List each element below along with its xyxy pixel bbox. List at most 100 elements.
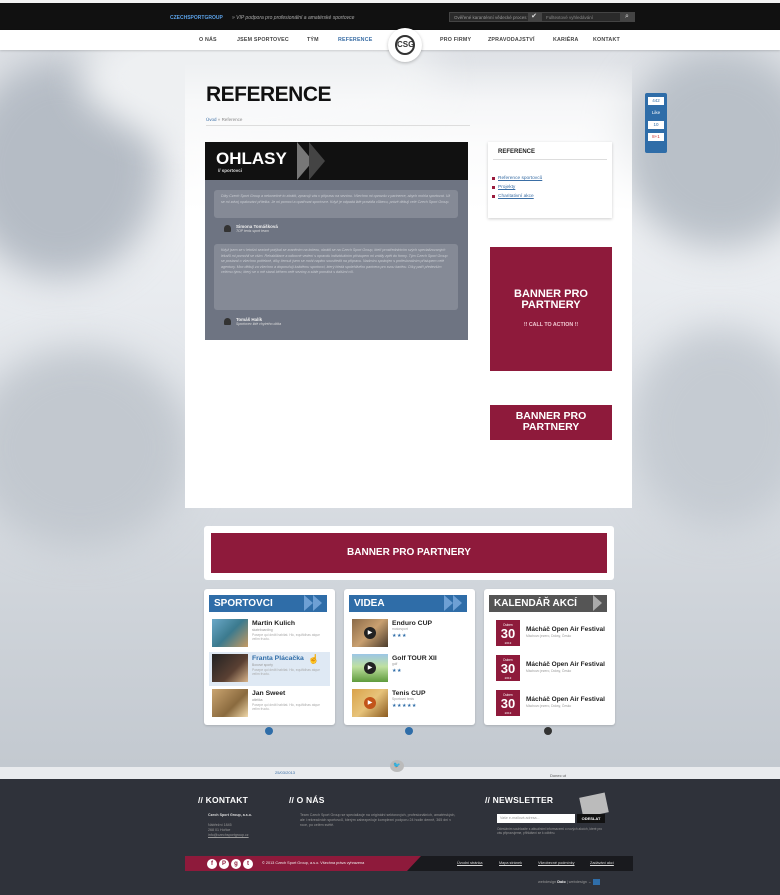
rating-stars: ★★★: [392, 633, 407, 639]
footer-onas-title: // O NÁS: [289, 795, 325, 805]
nav-item-o-nas[interactable]: O NÁS: [199, 37, 217, 43]
play-icon[interactable]: ▶: [364, 697, 376, 709]
footer-email-link[interactable]: info@czechsportgroup.cz: [208, 833, 249, 838]
tagline: » VIP podpora pro profesionální a amatér…: [232, 15, 355, 21]
checkmark-icon[interactable]: ✔: [528, 12, 540, 22]
user-icon: [224, 225, 231, 232]
reference-sidebar: REFERENCE Reference sportovců Projekty C…: [488, 142, 612, 218]
chevron-decor-icon: [309, 142, 325, 180]
athlete-photo: [212, 689, 248, 717]
event-date: Duben 30 2013: [496, 655, 520, 681]
event-date: Duben 30 2013: [496, 620, 520, 646]
more-videos-button[interactable]: [405, 727, 413, 735]
footer-link-sitemap[interactable]: Mapa stránek: [499, 861, 522, 865]
partner-banner-wide-frame: BANNER PRO PARTNERY: [204, 526, 614, 580]
testimonial-author: Simona Tomášková TOP tenis sport team: [224, 224, 278, 233]
credit-line: webdesign Dolo | webdesign ←: [538, 879, 600, 885]
designer-logo-icon[interactable]: [592, 879, 600, 885]
like-button[interactable]: Like: [648, 109, 664, 117]
footer-link-events[interactable]: Zadávání akcí: [590, 861, 614, 865]
footer-newsletter-title: // NEWSLETTER: [485, 795, 554, 805]
facebook-icon[interactable]: f: [207, 858, 217, 869]
breadcrumb: Úvod » Reference: [206, 117, 243, 122]
partner-banner-wide[interactable]: BANNER PRO PARTNERY: [211, 533, 607, 573]
call-to-action[interactable]: !! CALL TO ACTION !!: [490, 322, 612, 328]
sidebar-link-projekty[interactable]: Projekty: [491, 185, 515, 190]
more-athletes-button[interactable]: [265, 727, 273, 735]
nav-item-zpravodajstvi[interactable]: ZPRAVODAJSTVÍ: [488, 37, 535, 43]
brand-name[interactable]: CZECHSPORTGROUP: [170, 15, 223, 21]
pinterest-icon[interactable]: P: [219, 858, 229, 869]
athlete-item[interactable]: Jan Sweet atletika Posepe qui dedit habi…: [209, 687, 330, 721]
athletes-header: SPORTOVCI: [209, 595, 327, 612]
tweet-date[interactable]: 25/03/2013: [275, 770, 295, 775]
testimonials-header: OHLASY // sportovci: [205, 142, 468, 180]
divider: [206, 125, 470, 126]
video-thumbnail[interactable]: ▶: [352, 654, 388, 682]
hand-cursor-icon: ☝: [308, 654, 320, 664]
partner-banner-vertical[interactable]: BANNER PRO PARTNERY !! CALL TO ACTION !!: [490, 247, 612, 371]
video-thumbnail[interactable]: ▶: [352, 619, 388, 647]
gplus-button[interactable]: 8+1: [648, 133, 664, 141]
athlete-photo: [212, 619, 248, 647]
nav-item-kontakt[interactable]: KONTAKT: [593, 37, 620, 43]
google-icon[interactable]: g: [231, 858, 241, 869]
play-icon[interactable]: ▶: [364, 662, 376, 674]
footer-bottom-bar: f P g t © 2013 Czech Sport Group, a.s.o.…: [185, 856, 633, 871]
event-date: Duben 30 2013: [496, 690, 520, 716]
footer-link-terms[interactable]: Všeobecné podmínky: [538, 861, 575, 865]
partner-banner-small[interactable]: BANNER PRO PARTNERY: [490, 405, 612, 440]
athletes-card: SPORTOVCI Martin Kulich skateboarding Po…: [204, 589, 335, 725]
nav-item-jsem-sportovec[interactable]: JSEM SPORTOVEC: [237, 37, 289, 43]
athlete-item[interactable]: Franta Plácačka Boxové sporty Posepe qui…: [209, 652, 330, 686]
athlete-item[interactable]: Martin Kulich skateboarding Posepe qui d…: [209, 617, 330, 651]
twitter-bird-icon[interactable]: 🐦: [390, 760, 404, 772]
rating-stars: ★★: [392, 668, 402, 674]
testimonials-title: OHLASY: [216, 149, 287, 168]
newsletter-email-input[interactable]: Vaše e-mailová adresa...: [497, 814, 575, 823]
testimonial-quote: Když jsem se v letošní sezóně potýkal se…: [214, 244, 458, 310]
testimonials-subtitle: // sportovci: [218, 168, 243, 173]
nav-item-pro-firmy[interactable]: PRO FIRMY: [440, 37, 471, 43]
footer-link-home[interactable]: Úvodní stránka: [457, 861, 483, 865]
top-bar: CZECHSPORTGROUP » VIP podpora pro profes…: [0, 0, 780, 30]
copyright: © 2013 Czech Sport Group, a.s.o. Všechna…: [262, 861, 365, 865]
more-events-button[interactable]: [544, 727, 552, 735]
twitter-icon[interactable]: t: [243, 858, 253, 869]
event-item[interactable]: Duben 30 2013 Mácháč Open Air Festival Mác…: [489, 687, 610, 721]
tweet-count[interactable]: 442: [648, 97, 664, 105]
events-card: KALENDÁŘ AKCÍ Duben 30 2013 Mácháč Open Ai…: [484, 589, 615, 725]
user-icon: [224, 318, 231, 325]
sidebar-link-reference-sportovcu[interactable]: Reference sportovců: [491, 176, 542, 181]
nav-item-kariera[interactable]: KARIÉRA: [553, 37, 579, 43]
nav-item-reference[interactable]: REFERENCE: [338, 37, 372, 43]
search-icon[interactable]: ⌕: [620, 12, 634, 22]
nav-item-tym[interactable]: TÝM: [307, 37, 319, 43]
video-item[interactable]: ▶ Enduro CUP motorsport ★★★: [349, 617, 470, 651]
sidebar-title: REFERENCE: [498, 149, 536, 155]
video-thumbnail[interactable]: ▶: [352, 689, 388, 717]
video-item[interactable]: ▶ Golf TOUR XII golf ★★: [349, 652, 470, 686]
newsletter-submit-button[interactable]: ODESLAT: [577, 814, 605, 823]
video-item[interactable]: ▶ Tenis CUP Sportovní tenis ★★★★★: [349, 687, 470, 721]
athlete-photo: [212, 654, 248, 682]
play-icon[interactable]: ▶: [364, 627, 376, 639]
sidebar-link-charitativni-akce[interactable]: Charitativní akce: [492, 194, 534, 199]
events-header: KALENDÁŘ AKCÍ: [489, 595, 607, 612]
testimonial-author: Tomáš Halík Sportovec lidé chytrého dítka: [224, 317, 281, 326]
breadcrumb-current: Reference: [221, 117, 243, 122]
footer-onas-text: Team Czech Sport Group se specializuje n…: [300, 813, 456, 827]
page-title: REFERENCE: [206, 83, 332, 106]
breadcrumb-home[interactable]: Úvod: [206, 117, 217, 122]
like-count: 10: [648, 121, 664, 129]
event-item[interactable]: Duben 30 2013 Mácháč Open Air Festival Mác…: [489, 617, 610, 651]
footer: // KONTAKT Czech Sport Group, a.s.o. Náb…: [0, 779, 780, 895]
testimonial-quote: Díky Czech Sport Group a nekonečné to zk…: [214, 190, 458, 218]
share-widget: 442 Like 10 8+1: [645, 93, 667, 153]
rating-stars: ★★★★★: [392, 703, 417, 709]
event-item[interactable]: Duben 30 2013 Mácháč Open Air Festival Mác…: [489, 652, 610, 686]
videos-header: VIDEA: [349, 595, 467, 612]
footer-kontakt-title: // KONTAKT: [198, 795, 249, 805]
site-logo[interactable]: CSG: [388, 28, 422, 62]
videos-card: VIDEA ▶ Enduro CUP motorsport ★★★ ▶ Golf…: [344, 589, 475, 725]
